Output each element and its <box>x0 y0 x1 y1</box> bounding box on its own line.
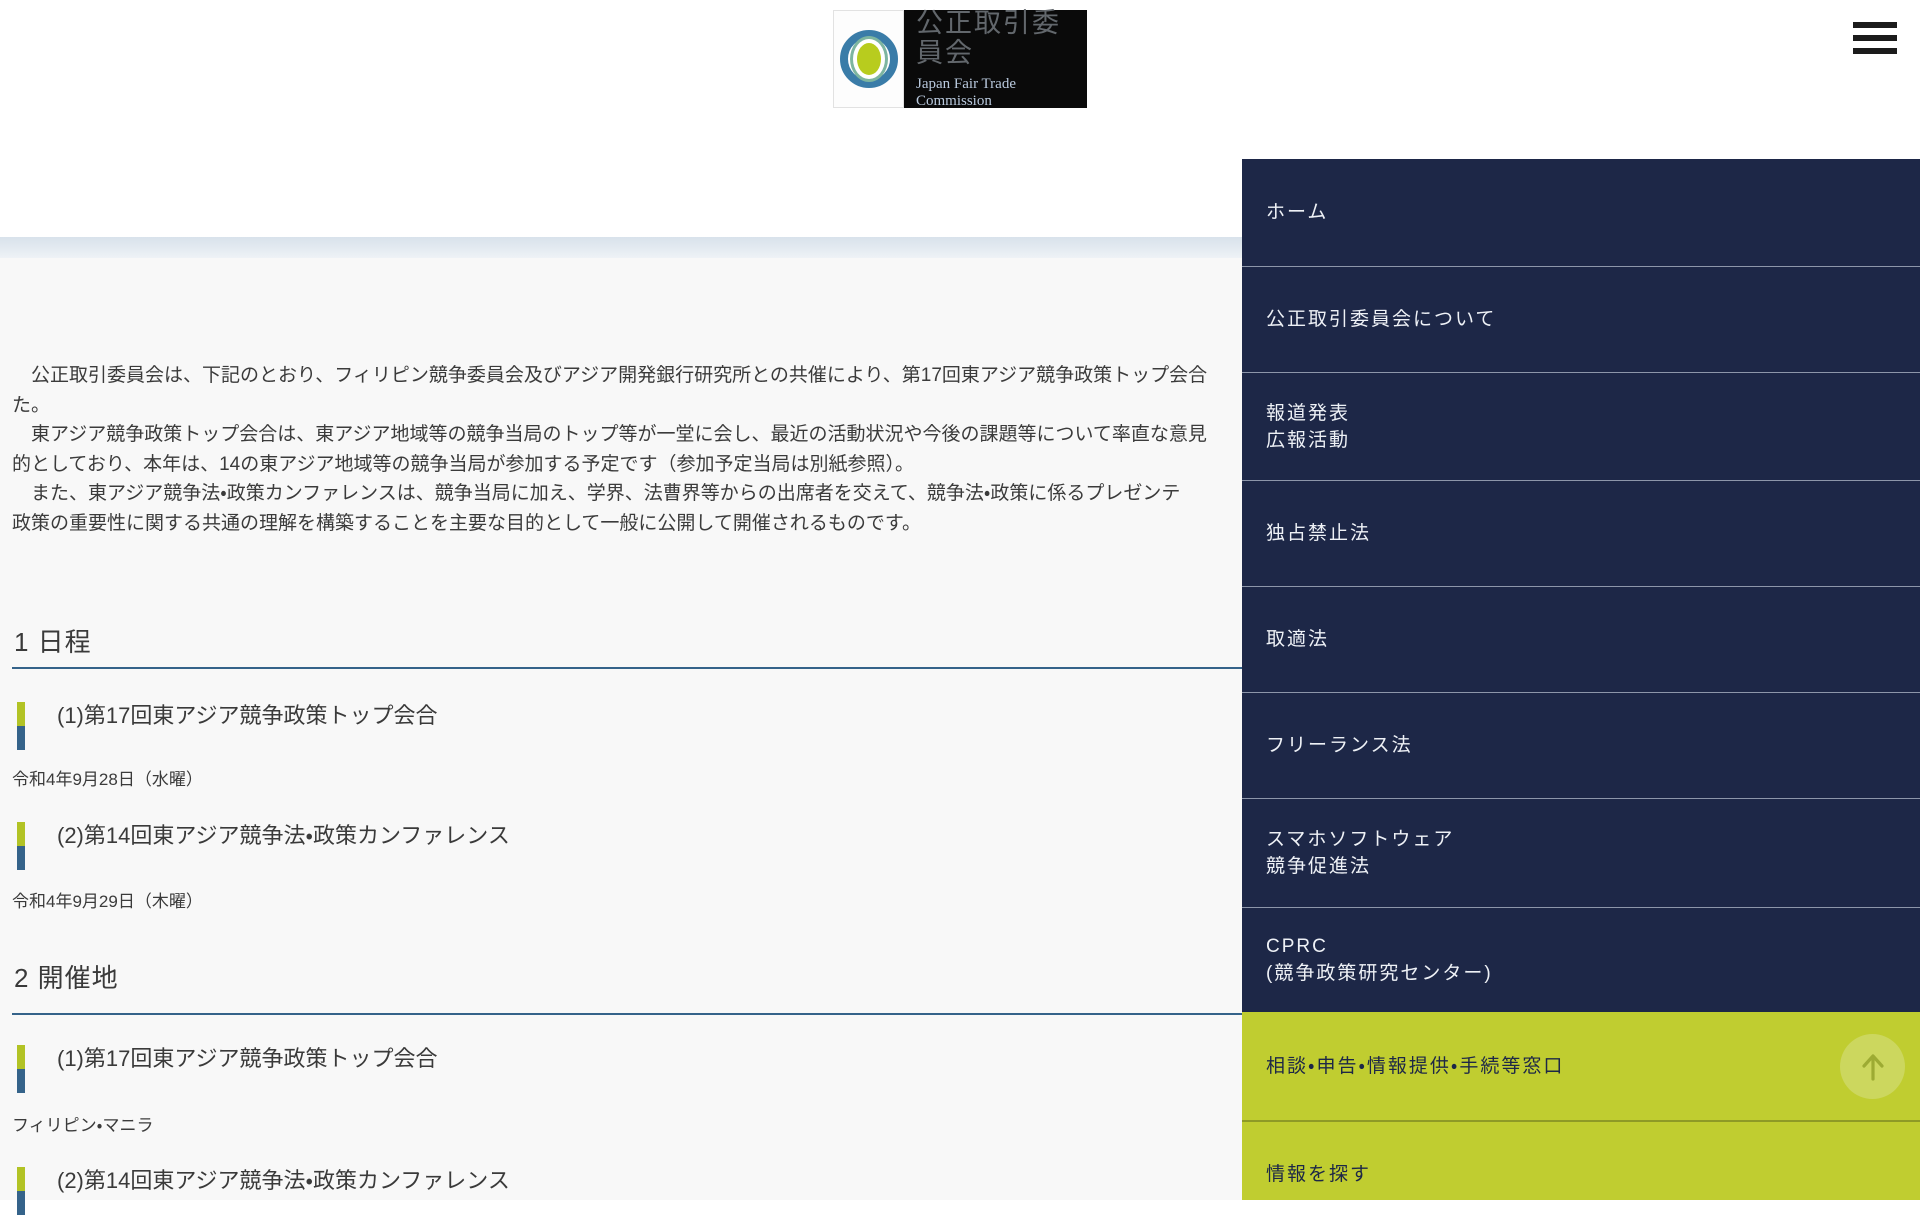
jftc-logo[interactable]: 公正取引委員会 Japan Fair Trade Commission <box>833 8 1087 109</box>
item-title: (1)第17回東アジア競争政策トップ会合 <box>57 703 438 728</box>
list-item: (1)第17回東アジア競争政策トップ会合 <box>17 1045 437 1093</box>
section-heading-venue: 2 開催地 <box>14 963 119 993</box>
item-title: (2)第14回東アジア競争法・政策カンファレンス <box>57 823 510 848</box>
item-location: フィリピン・マニラ <box>12 1116 154 1135</box>
hamburger-bar <box>1853 22 1897 28</box>
slide-menu: ホーム 公正取引委員会について 報道発表 広報活動 独占禁止法 取適法 フリーラ… <box>1242 159 1920 1200</box>
item-date: 令和4年9月29日（木曜） <box>12 892 203 911</box>
logo-title-en: Japan Fair Trade Commission <box>916 76 1016 109</box>
hamburger-bar <box>1853 48 1897 54</box>
menu-item-consultation[interactable]: 相談・申告・情報提供・手続等窓口 <box>1242 1012 1920 1120</box>
jftc-emblem-icon <box>839 30 898 88</box>
logo-title-jp: 公正取引委員会 <box>916 8 1061 68</box>
hamburger-bar <box>1853 35 1897 41</box>
item-marker-icon <box>17 1167 25 1215</box>
item-marker-icon <box>17 822 25 870</box>
list-item: (2)第14回東アジア競争法・政策カンファレンス <box>17 1167 510 1215</box>
item-marker-icon <box>17 702 25 750</box>
menu-item-press[interactable]: 報道発表 広報活動 <box>1242 372 1920 480</box>
jftc-emblem-box <box>833 10 904 108</box>
menu-item-home[interactable]: ホーム <box>1242 159 1920 266</box>
menu-item-cprc[interactable]: CPRC (競争政策研究センター) <box>1242 907 1920 1012</box>
item-marker-icon <box>17 1045 25 1093</box>
item-title: (1)第17回東アジア競争政策トップ会合 <box>57 1046 438 1071</box>
menu-item-smartphone-law[interactable]: スマホソフトウェア 競争促進法 <box>1242 798 1920 907</box>
list-item: (1)第17回東アジア競争政策トップ会合 <box>17 702 437 750</box>
menu-item-freelance-law[interactable]: フリーランス法 <box>1242 692 1920 798</box>
logo-text-box: 公正取引委員会 Japan Fair Trade Commission <box>904 8 1087 109</box>
item-date: 令和4年9月28日（水曜） <box>12 770 203 789</box>
page: 公正取引委員会 Japan Fair Trade Commission 公正取引… <box>0 0 1920 1215</box>
menu-item-antimonopoly[interactable]: 独占禁止法 <box>1242 480 1920 586</box>
menu-item-find-info[interactable]: 情報を探す <box>1242 1120 1920 1200</box>
item-title: (2)第14回東アジア競争法・政策カンファレンス <box>57 1168 510 1193</box>
scroll-to-top-button[interactable] <box>1840 1034 1905 1099</box>
menu-item-about[interactable]: 公正取引委員会について <box>1242 266 1920 372</box>
list-item: (2)第14回東アジア競争法・政策カンファレンス <box>17 822 510 870</box>
section-heading-schedule: 1 日程 <box>14 627 92 657</box>
arrow-up-icon <box>1861 1053 1884 1081</box>
hamburger-icon[interactable] <box>1853 18 1897 58</box>
menu-item-subcontract-law[interactable]: 取適法 <box>1242 586 1920 692</box>
jftc-emblem-core <box>856 43 881 75</box>
